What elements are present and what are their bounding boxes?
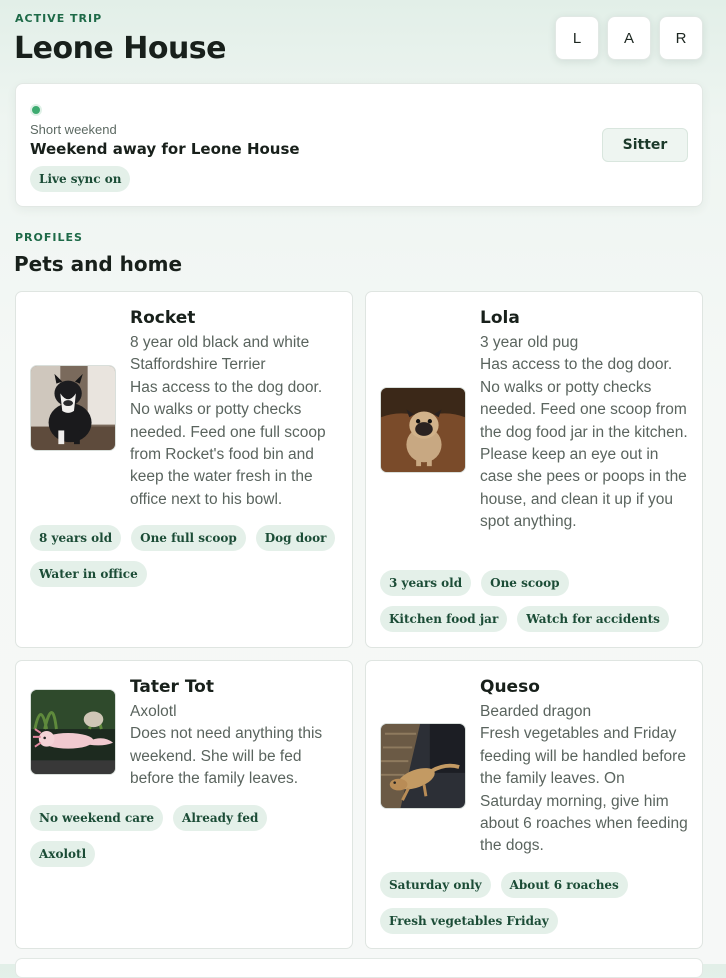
pet-species: 3 year old pug: [480, 334, 579, 351]
dog-photo-icon: [31, 366, 115, 450]
pet-description: Axolotl Does not need anything this week…: [130, 701, 340, 791]
header-button-r[interactable]: R: [659, 16, 703, 60]
pet-name: Queso: [480, 677, 540, 697]
pet-notes: Fresh vegetables and Friday feeding will…: [480, 725, 688, 855]
pet-tag: 8 years old: [30, 525, 122, 551]
pet-tag: No weekend care: [30, 805, 164, 831]
pet-tag: Saturday only: [380, 872, 491, 898]
axolotl-photo-icon: [31, 690, 115, 774]
pet-tags: No weekend care Already fed Axolotl: [30, 805, 340, 867]
pet-photo-tater-tot: [30, 689, 116, 775]
pet-description: 3 year old pug Has access to the dog doo…: [480, 332, 690, 534]
sitter-button[interactable]: Sitter: [602, 128, 688, 162]
pet-card-lola[interactable]: Lola 3 year old pug Has access to the do…: [365, 291, 703, 648]
pet-tag: 3 years old: [380, 570, 472, 596]
pet-tag: One scoop: [481, 570, 569, 596]
trip-kind: Short weekend: [30, 122, 117, 137]
live-sync-badge: Live sync on: [30, 166, 131, 192]
pet-card-tater-tot[interactable]: Tater Tot Axolotl Does not need anything…: [15, 660, 353, 949]
pet-tags: 8 years old One full scoop Dog door Wate…: [30, 525, 340, 587]
pet-card-queso[interactable]: Queso Bearded dragon Fresh vegetables an…: [365, 660, 703, 949]
header-button-a[interactable]: A: [607, 16, 651, 60]
pet-tag: Axolotl: [30, 841, 96, 867]
bearded-dragon-photo-icon: [381, 724, 465, 808]
pet-tag: Water in office: [30, 561, 147, 587]
pet-notes: Has access to the dog door. No walks or …: [480, 356, 688, 531]
pet-name: Tater Tot: [130, 677, 214, 697]
pet-tag: Watch for accidents: [517, 606, 669, 632]
pet-species: Bearded dragon: [480, 703, 592, 720]
pet-species: 8 year old black and white Staffordshire…: [130, 334, 310, 374]
trip-card: Short weekend Weekend away for Leone Hou…: [15, 83, 703, 207]
pet-description: 8 year old black and white Staffordshire…: [130, 332, 340, 511]
pet-card-rocket[interactable]: Rocket 8 year old black and white Staffo…: [15, 291, 353, 648]
next-section-card-edge: [15, 958, 703, 978]
pet-tag: Dog door: [255, 525, 336, 551]
active-trip-eyebrow: ACTIVE TRIP: [15, 12, 103, 25]
page-title: Leone House: [14, 31, 227, 66]
section-title: Pets and home: [14, 252, 183, 276]
pet-name: Lola: [480, 308, 520, 328]
pet-photo-queso: [380, 723, 466, 809]
pet-tag: Kitchen food jar: [380, 606, 508, 632]
dog-photo-icon: [381, 388, 465, 472]
pet-tag: About 6 roaches: [500, 872, 628, 898]
pet-photo-lola: [380, 387, 466, 473]
pet-tag: Already fed: [173, 805, 268, 831]
trip-name: Weekend away for Leone House: [30, 140, 300, 158]
live-status-dot: [30, 104, 42, 116]
profiles-eyebrow: PROFILES: [15, 231, 83, 244]
pet-tags: 3 years old One scoop Kitchen food jar W…: [380, 570, 690, 632]
header-button-l[interactable]: L: [555, 16, 599, 60]
pet-description: Bearded dragon Fresh vegetables and Frid…: [480, 701, 690, 858]
pet-notes: Does not need anything this weekend. She…: [130, 725, 323, 788]
pet-tag: One full scoop: [131, 525, 246, 551]
pet-photo-rocket: [30, 365, 116, 451]
pet-name: Rocket: [130, 308, 196, 328]
pet-tag: Fresh vegetables Friday: [380, 908, 558, 934]
pet-species: Axolotl: [130, 703, 177, 720]
pet-notes: Has access to the dog door. No walks or …: [130, 378, 326, 508]
pet-tags: Saturday only About 6 roaches Fresh vege…: [380, 872, 690, 934]
